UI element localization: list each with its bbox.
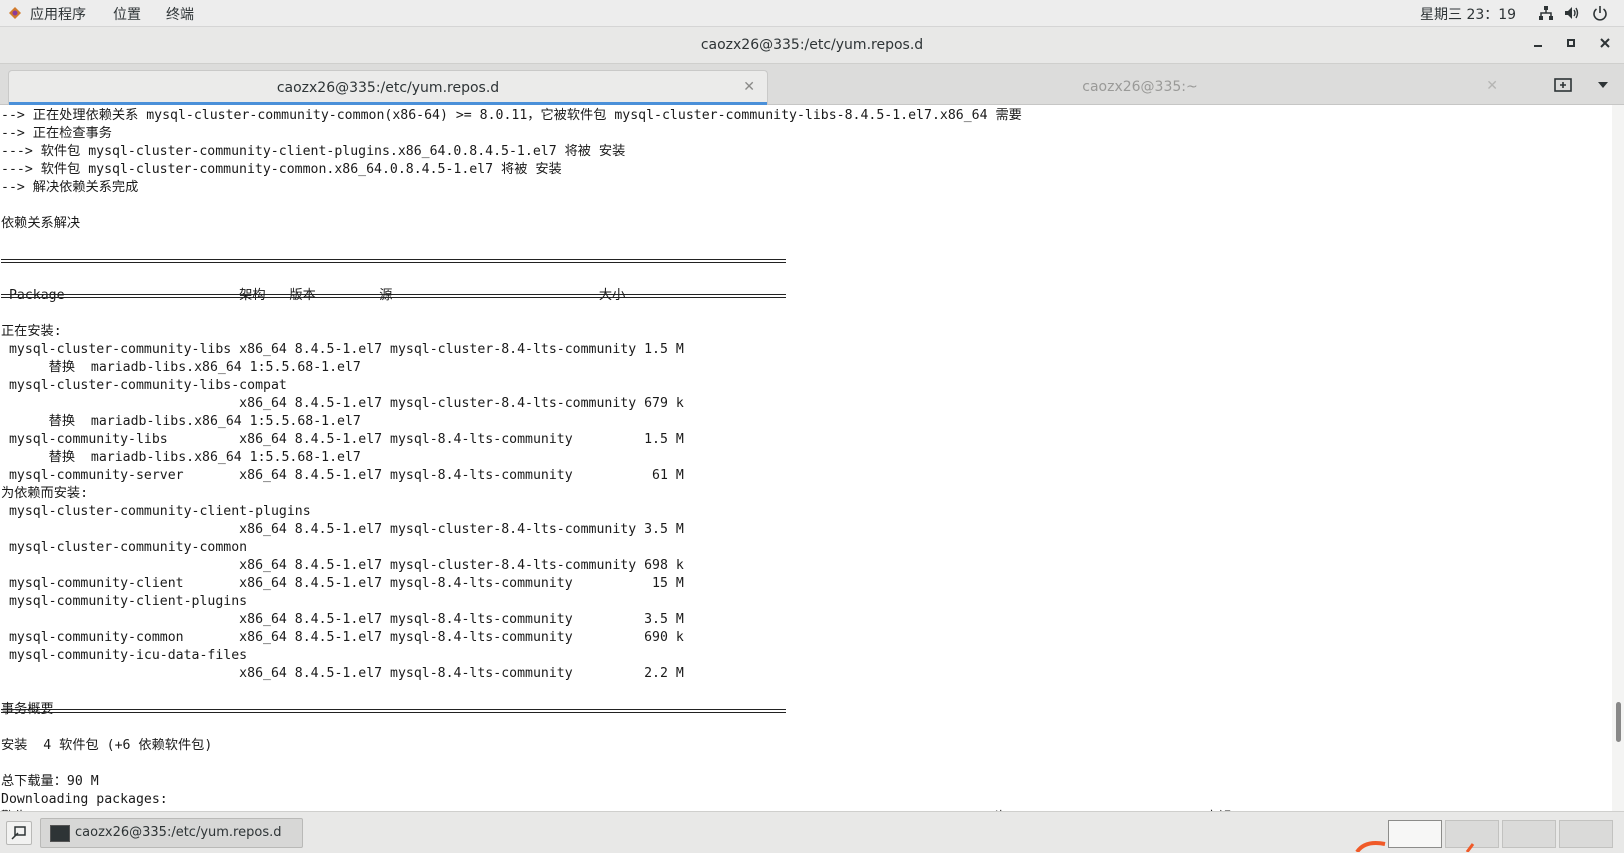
terminal-line: mysql-cluster-community-libs-compat bbox=[1, 378, 287, 393]
terminal-line: --> 解决依赖关系完成 bbox=[1, 180, 139, 195]
terminal-line: mysql-community-client-plugins bbox=[1, 594, 248, 609]
terminal-line: 替换 mariadb-libs.x86_64 1:5.5.68-1.el7 bbox=[1, 450, 361, 465]
workspace-3[interactable] bbox=[1502, 820, 1556, 848]
double-rule bbox=[1, 294, 786, 298]
terminal-line: 依赖关系解决 bbox=[1, 216, 81, 231]
close-tab-icon[interactable]: ✕ bbox=[743, 79, 755, 95]
minimize-icon bbox=[1534, 45, 1542, 47]
terminal-scrollbar[interactable] bbox=[1612, 105, 1624, 811]
taskbar-window-label: caozx26@335:/etc/yum.repos.d bbox=[75, 825, 282, 840]
double-rule bbox=[1, 259, 786, 263]
terminal-line: 替换 mariadb-libs.x86_64 1:5.5.68-1.el7 bbox=[1, 360, 361, 375]
workspace-4[interactable] bbox=[1559, 820, 1613, 848]
close-tab-icon[interactable]: ✕ bbox=[1486, 78, 1498, 94]
terminal-menu[interactable]: 终端 bbox=[166, 4, 194, 24]
terminal-output[interactable]: --> 正在处理依赖关系 mysql-cluster-community-com… bbox=[0, 105, 1612, 811]
terminal-line: x86_64 8.4.5-1.el7 mysql-cluster-8.4-lts… bbox=[1, 558, 684, 573]
maximize-icon bbox=[1567, 39, 1575, 47]
window-title: caozx26@335:/etc/yum.repos.d bbox=[700, 37, 924, 53]
terminal-line: mysql-community-libs x86_64 8.4.5-1.el7 … bbox=[1, 432, 684, 447]
terminal-line: mysql-community-client x86_64 8.4.5-1.el… bbox=[1, 576, 684, 591]
terminal-lines: --> 正在处理依赖关系 mysql-cluster-community-com… bbox=[1, 107, 1382, 811]
network-icon[interactable] bbox=[1538, 5, 1554, 21]
new-tab-icon[interactable] bbox=[1553, 76, 1573, 94]
terminal-line: 总下载量：90 M bbox=[1, 774, 99, 789]
terminal-line: x86_64 8.4.5-1.el7 mysql-8.4-lts-communi… bbox=[1, 666, 684, 681]
tab-bar: caozx26@335:/etc/yum.repos.d ✕ caozx26@3… bbox=[0, 64, 1624, 105]
tab-home[interactable]: caozx26@335:~ ✕ bbox=[770, 70, 1510, 104]
places-menu[interactable]: 位置 bbox=[113, 4, 141, 24]
applications-icon[interactable] bbox=[8, 6, 22, 20]
tab-yum-repos[interactable]: caozx26@335:/etc/yum.repos.d ✕ bbox=[8, 70, 768, 105]
terminal-line: Downloading packages: bbox=[1, 792, 168, 807]
terminal-line: mysql-cluster-community-client-plugins bbox=[1, 504, 311, 519]
terminal-line: mysql-community-icu-data-files bbox=[1, 648, 248, 663]
close-icon bbox=[1600, 38, 1610, 48]
show-desktop-button[interactable] bbox=[6, 821, 32, 845]
maximize-button[interactable] bbox=[1561, 35, 1581, 55]
tab-label: caozx26@335:/etc/yum.repos.d bbox=[276, 80, 500, 96]
terminal-line: mysql-community-server x86_64 8.4.5-1.el… bbox=[1, 468, 684, 483]
taskbar-terminal-window[interactable]: caozx26@335:/etc/yum.repos.d bbox=[40, 818, 303, 848]
top-panel: 应用程序 位置 终端 星期三 23：19 bbox=[0, 0, 1624, 27]
terminal-line: --> 正在处理依赖关系 mysql-cluster-community-com… bbox=[1, 108, 1022, 123]
terminal-line: 为依赖而安装: bbox=[1, 486, 89, 501]
clock[interactable]: 星期三 23：19 bbox=[1420, 4, 1516, 24]
power-icon[interactable] bbox=[1592, 5, 1608, 21]
terminal-icon bbox=[50, 825, 70, 842]
applications-menu[interactable]: 应用程序 bbox=[30, 4, 86, 24]
terminal-line: 正在安装: bbox=[1, 324, 62, 339]
close-button[interactable] bbox=[1595, 35, 1615, 55]
tab-label: caozx26@335:~ bbox=[1082, 79, 1198, 95]
terminal-line: x86_64 8.4.5-1.el7 mysql-8.4-lts-communi… bbox=[1, 612, 684, 627]
volume-icon[interactable] bbox=[1563, 5, 1579, 21]
terminal-line: --> 正在检查事务 bbox=[1, 126, 112, 141]
terminal-line: x86_64 8.4.5-1.el7 mysql-cluster-8.4-lts… bbox=[1, 396, 684, 411]
pen-annotation bbox=[1355, 841, 1475, 852]
terminal-line: x86_64 8.4.5-1.el7 mysql-cluster-8.4-lts… bbox=[1, 522, 684, 537]
terminal-line: 替换 mariadb-libs.x86_64 1:5.5.68-1.el7 bbox=[1, 414, 361, 429]
minimize-button[interactable] bbox=[1528, 35, 1548, 55]
terminal-line: mysql-cluster-community-libs x86_64 8.4.… bbox=[1, 342, 684, 357]
terminal-line: mysql-community-common x86_64 8.4.5-1.el… bbox=[1, 630, 684, 645]
terminal-line: ---> 软件包 mysql-cluster-community-common.… bbox=[1, 162, 562, 177]
scrollbar-thumb[interactable] bbox=[1616, 702, 1621, 742]
show-desktop-icon bbox=[11, 826, 26, 840]
tab-menu-chevron-icon[interactable] bbox=[1596, 80, 1610, 90]
terminal-line: mysql-cluster-community-common bbox=[1, 540, 248, 555]
terminal-line: ---> 软件包 mysql-cluster-community-client-… bbox=[1, 144, 626, 159]
window-title-bar[interactable]: caozx26@335:/etc/yum.repos.d bbox=[0, 27, 1624, 64]
double-rule bbox=[1, 709, 786, 713]
terminal-line: 安装 4 软件包 (+6 依赖软件包) bbox=[1, 738, 213, 753]
